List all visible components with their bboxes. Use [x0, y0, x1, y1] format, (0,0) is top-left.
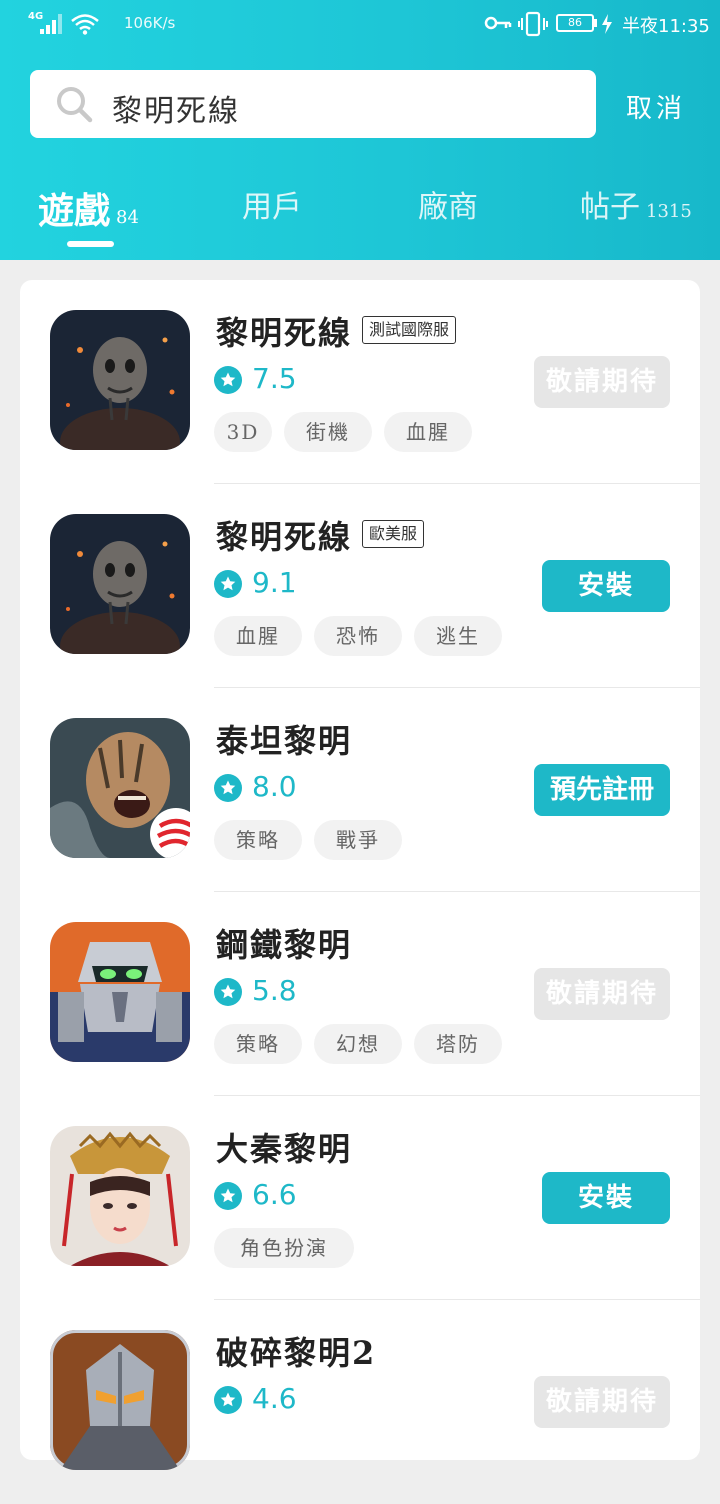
dead-by-daylight-icon — [50, 310, 190, 450]
battery-level: 86 — [568, 16, 582, 29]
game-name: 鋼鐵黎明 — [216, 926, 353, 964]
clock: 半夜11:35 — [622, 16, 710, 37]
genre-tag[interactable]: 角色扮演 — [214, 1228, 354, 1268]
star-icon — [214, 366, 242, 394]
titan-dawn-icon — [50, 718, 190, 858]
charging-icon — [602, 14, 612, 34]
game-name: 大秦黎明 — [216, 1130, 353, 1168]
install-button[interactable]: 安裝 — [542, 1172, 670, 1224]
game-name: 黎明死線 — [216, 518, 353, 556]
rating-score: 9.1 — [252, 566, 297, 599]
pre-register-button[interactable]: 預先註冊 — [534, 764, 670, 816]
tab-label: 廠商 — [418, 190, 478, 225]
list-item[interactable]: 黎明死線 歐美服 9.1 血腥 恐怖 逃生 安裝 — [20, 484, 700, 688]
tab-label: 用戶 — [242, 190, 302, 225]
tab-vendors[interactable]: 廠商 — [418, 182, 478, 226]
genre-tag[interactable]: 幻想 — [314, 1024, 402, 1064]
list-item[interactable]: 大秦黎明 6.6 角色扮演 安裝 — [20, 1096, 700, 1300]
server-badge: 測試國際服 — [362, 316, 457, 344]
star-icon — [214, 774, 242, 802]
game-name: 黎明死線 — [216, 314, 353, 352]
signal-icon — [40, 14, 64, 34]
rating-score: 6.6 — [252, 1178, 297, 1211]
search-icon — [57, 87, 93, 123]
genre-tag[interactable]: 戰爭 — [314, 820, 402, 860]
wifi-icon — [71, 14, 99, 35]
list-item[interactable]: 鋼鐵黎明 5.8 策略 幻想 塔防 敬請期待 — [20, 892, 700, 1096]
genre-tag[interactable]: 恐怖 — [314, 616, 402, 656]
tab-indicator — [67, 241, 114, 247]
list-item[interactable]: 破碎黎明2 4.6 敬請期待 — [20, 1300, 700, 1504]
armored-knight-icon — [50, 1330, 190, 1470]
star-icon — [214, 570, 242, 598]
robot-icon — [50, 922, 190, 1062]
tab-users[interactable]: 用戶 — [242, 182, 302, 226]
game-name: 破碎黎明2 — [216, 1334, 377, 1372]
server-badge: 歐美服 — [362, 520, 425, 548]
genre-tag[interactable]: 逃生 — [414, 616, 502, 656]
status-bar: 4G 106K/s 86 半夜11:35 — [0, 0, 720, 48]
battery-icon: 86 — [556, 14, 594, 32]
results-list: 黎明死線 測試國際服 7.5 3D 街機 血腥 敬請期待 黎明死線 歐美服 9.… — [20, 280, 700, 1470]
tab-count: 84 — [116, 207, 139, 228]
rating-score: 7.5 — [252, 362, 297, 395]
genre-tag[interactable]: 3D — [214, 412, 272, 452]
network-speed: 106K/s — [124, 14, 176, 32]
genre-tag[interactable]: 血腥 — [214, 616, 302, 656]
app-header: 4G 106K/s 86 半夜11:35 黎明死線 取消 遊戲 84 用戶 廠商… — [0, 0, 720, 260]
genre-tag[interactable]: 街機 — [284, 412, 372, 452]
tab-label: 遊戲 — [38, 191, 111, 232]
rating-score: 5.8 — [252, 974, 297, 1007]
coming-soon-button[interactable]: 敬請期待 — [534, 356, 670, 408]
genre-tag[interactable]: 策略 — [214, 1024, 302, 1064]
coming-soon-button[interactable]: 敬請期待 — [534, 968, 670, 1020]
search-input[interactable]: 黎明死線 — [30, 70, 596, 138]
search-query[interactable]: 黎明死線 — [112, 86, 240, 130]
tab-games[interactable]: 遊戲 84 — [38, 182, 139, 234]
cancel-button[interactable]: 取消 — [626, 88, 686, 125]
dead-by-daylight-icon — [50, 514, 190, 654]
rating-score: 4.6 — [252, 1382, 297, 1415]
star-icon — [214, 1386, 242, 1414]
coming-soon-button[interactable]: 敬請期待 — [534, 1376, 670, 1428]
tab-posts[interactable]: 帖子 1315 — [580, 182, 692, 226]
tab-count: 1315 — [646, 201, 692, 222]
list-item[interactable]: 黎明死線 測試國際服 7.5 3D 街機 血腥 敬請期待 — [20, 280, 700, 484]
star-icon — [214, 978, 242, 1006]
key-icon — [484, 16, 512, 30]
star-icon — [214, 1182, 242, 1210]
install-button[interactable]: 安裝 — [542, 560, 670, 612]
empress-icon — [50, 1126, 190, 1266]
game-name: 泰坦黎明 — [216, 722, 353, 760]
genre-tag[interactable]: 策略 — [214, 820, 302, 860]
vibrate-icon — [518, 11, 548, 37]
genre-tag[interactable]: 血腥 — [384, 412, 472, 452]
rating-score: 8.0 — [252, 770, 297, 803]
tab-label: 帖子 — [580, 190, 640, 225]
genre-tag[interactable]: 塔防 — [414, 1024, 502, 1064]
battery-cap — [594, 19, 597, 27]
list-item[interactable]: 泰坦黎明 8.0 策略 戰爭 預先註冊 — [20, 688, 700, 892]
